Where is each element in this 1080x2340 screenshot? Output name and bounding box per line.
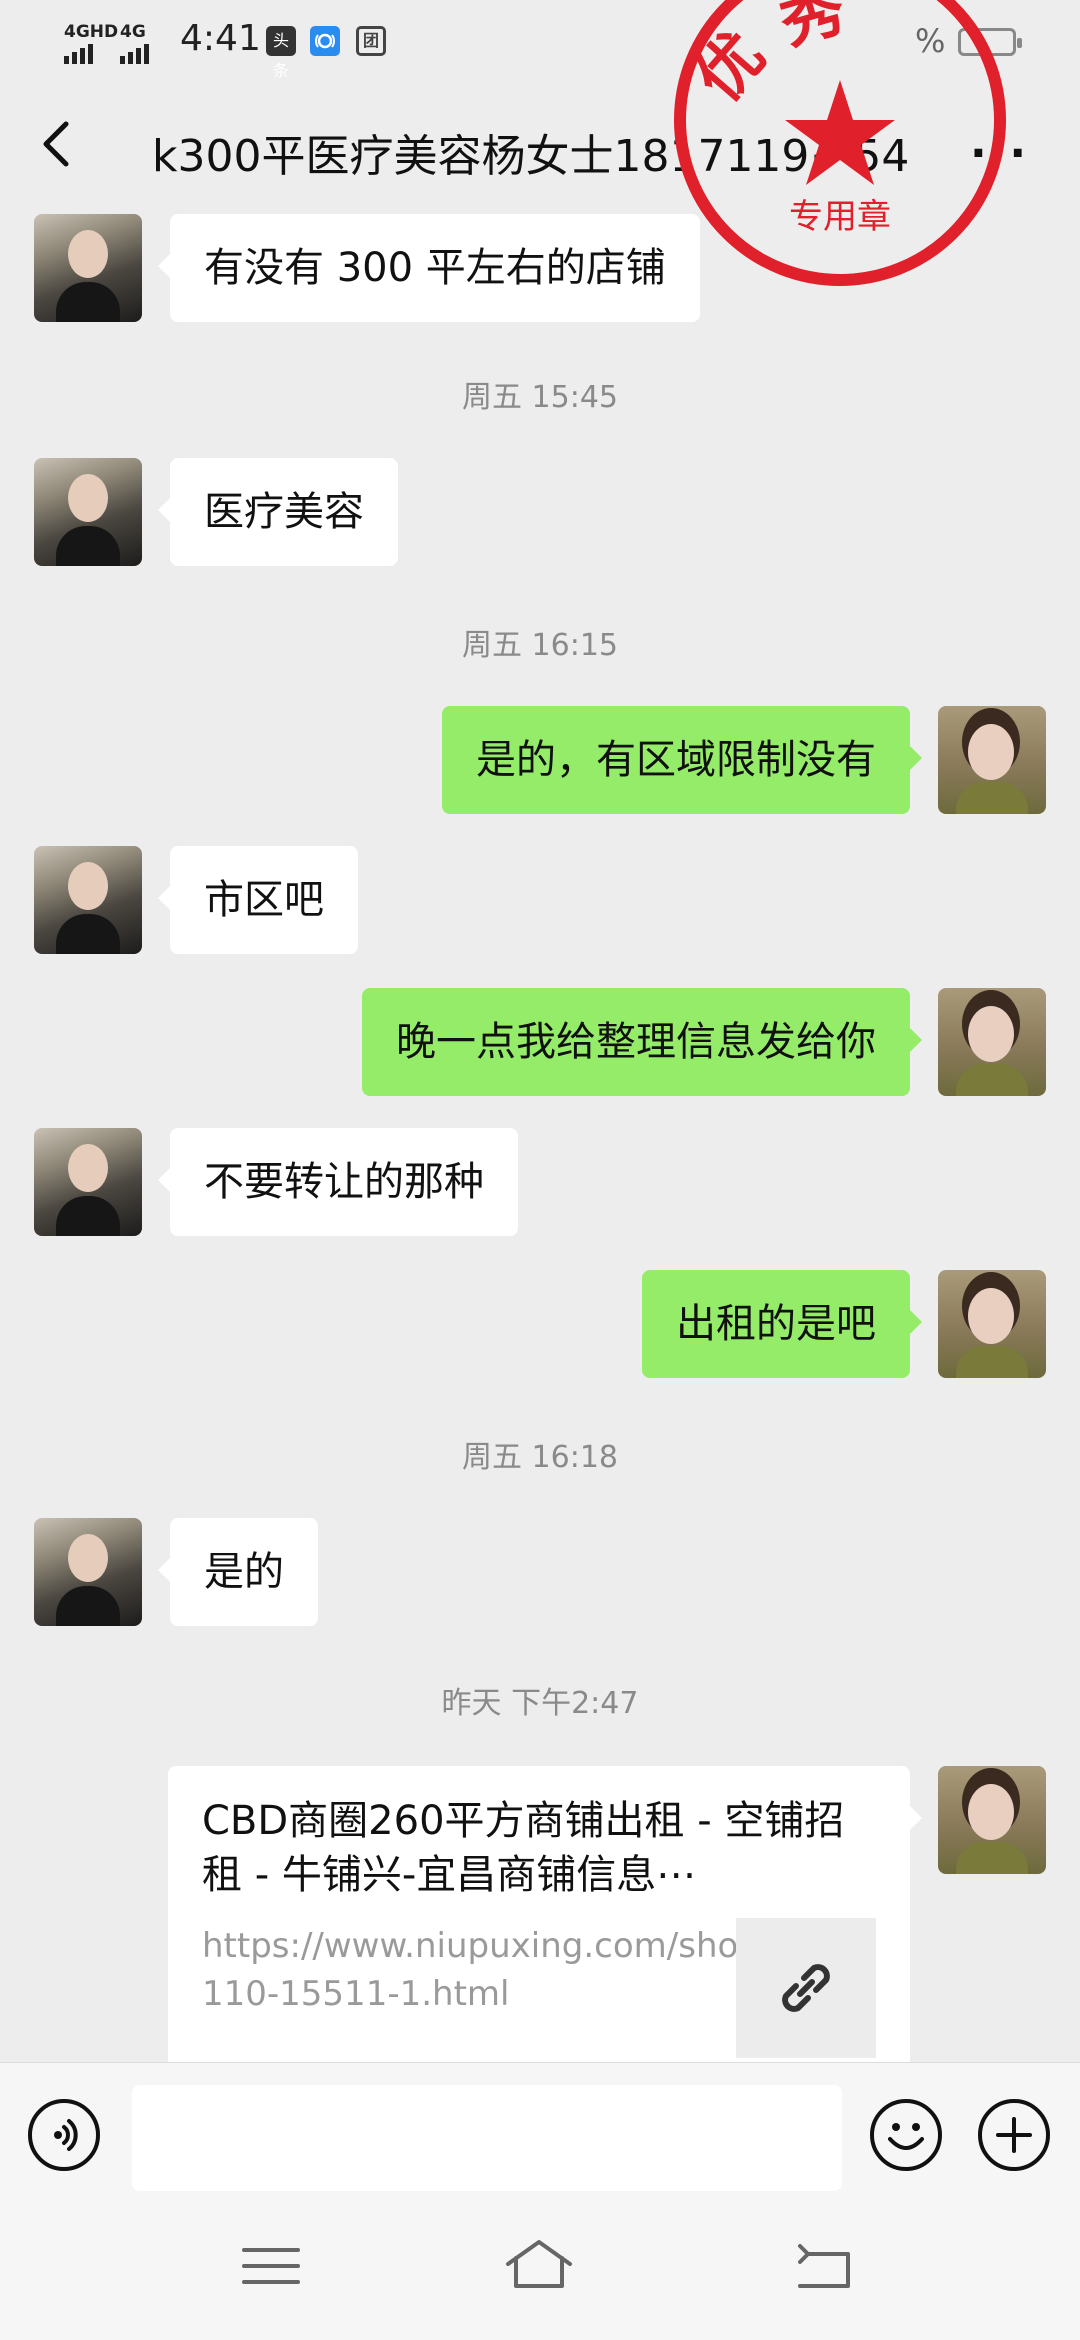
message-bubble-outgoing[interactable]: 晚一点我给整理信息发给你: [362, 988, 922, 1096]
home-button[interactable]: [504, 2236, 574, 2296]
message-bubble-incoming[interactable]: 市区吧: [158, 846, 358, 954]
signal-bars-icon: [64, 44, 118, 64]
message-bubble-incoming[interactable]: 是的: [158, 1518, 318, 1626]
chat-title: k300平医疗美容杨女士1817119⋯54: [152, 131, 910, 182]
signal-bars-icon: [120, 44, 149, 64]
link-card-url: https://www.niupuxing.com/show-110-15511…: [202, 1926, 779, 2014]
chat-header: k300平医疗美容杨女士1817119⋯54 ···: [0, 84, 1080, 214]
plus-button[interactable]: [978, 2099, 1050, 2171]
system-nav-bar: [0, 2192, 1080, 2340]
message-timestamp: 昨天 下午2:47: [441, 1686, 639, 1721]
link-thumbnail: [736, 1918, 876, 2058]
my-avatar[interactable]: [938, 706, 1046, 814]
more-icon: ···: [970, 128, 1030, 179]
home-icon: [506, 2240, 572, 2288]
back-button[interactable]: [30, 114, 90, 174]
back-icon: [43, 121, 69, 167]
battery-icon: [958, 28, 1022, 56]
contact-avatar[interactable]: [34, 1128, 142, 1236]
contact-avatar[interactable]: [34, 458, 142, 566]
my-avatar[interactable]: [938, 1270, 1046, 1378]
message-bubble-outgoing[interactable]: 是的，有区域限制没有: [442, 706, 922, 814]
message-list[interactable]: 有没有 300 平左右的店铺 周五 15:45 医疗美容 周五 16:15 是的…: [0, 214, 1080, 2062]
message-timestamp: 周五 16:15: [462, 628, 618, 663]
contact-avatar[interactable]: [34, 1518, 142, 1626]
status-bar: 4GHD 4G 4:41 头条 团 %: [0, 0, 1080, 84]
message-bubble-incoming[interactable]: 医疗美容: [158, 458, 398, 566]
app-notification-icon: [310, 26, 340, 56]
return-button[interactable]: [790, 2236, 860, 2296]
contact-avatar[interactable]: [34, 846, 142, 954]
signal-2: 4G: [120, 24, 149, 64]
signal-2-label: 4G: [120, 22, 146, 42]
battery-percent: %: [915, 22, 946, 60]
message-timestamp: 周五 16:18: [462, 1440, 618, 1475]
toutiao-app-icon: 头条: [266, 26, 296, 80]
link-icon: [782, 1964, 830, 2012]
emoji-icon: [888, 2123, 924, 2150]
input-bar: [0, 2062, 1080, 2193]
return-icon: [798, 2244, 850, 2288]
message-bubble-outgoing[interactable]: 出租的是吧: [642, 1270, 922, 1378]
message-bubble-incoming[interactable]: 不要转让的那种: [158, 1128, 518, 1236]
tuan-app-icon: 团: [356, 26, 386, 56]
link-card-title: CBD商圈260平方商铺出租 - 空铺招租 - 牛铺兴-宜昌商铺信息⋯: [202, 1798, 845, 1898]
my-avatar[interactable]: [938, 988, 1046, 1096]
signal-1-label: 4GHD: [64, 22, 119, 42]
message-bubble-incoming[interactable]: 有没有 300 平左右的店铺: [158, 214, 700, 322]
message-input[interactable]: [132, 2085, 842, 2191]
plus-icon: [996, 2117, 1032, 2153]
voice-icon: [54, 2119, 78, 2151]
contact-avatar[interactable]: [34, 214, 142, 322]
status-time: 4:41: [180, 18, 261, 59]
voice-button[interactable]: [28, 2099, 100, 2171]
my-avatar[interactable]: [938, 1766, 1046, 1874]
emoji-button[interactable]: [870, 2099, 942, 2171]
signal-1: 4GHD: [64, 24, 118, 64]
link-card[interactable]: CBD商圈260平方商铺出租 - 空铺招租 - 牛铺兴-宜昌商铺信息⋯ http…: [168, 1766, 922, 2062]
menu-icon: [242, 2248, 300, 2284]
message-timestamp: 周五 15:45: [462, 380, 618, 415]
more-button[interactable]: ···: [970, 128, 1029, 179]
menu-button[interactable]: [236, 2236, 306, 2296]
